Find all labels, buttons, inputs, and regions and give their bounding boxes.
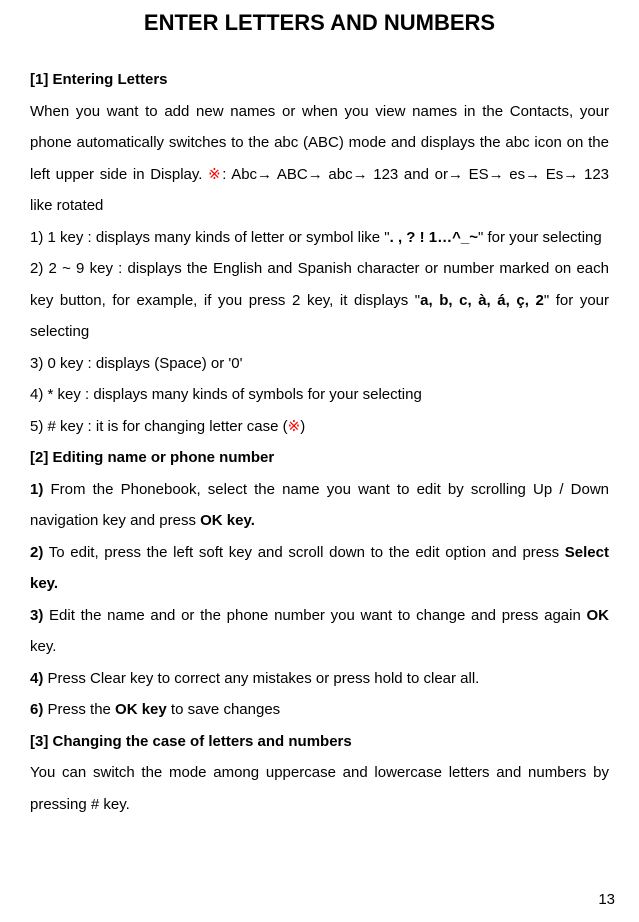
section-1-item-2: 2) 2 ~ 9 key : displays the English and … — [30, 253, 609, 348]
text: To edit, press the left soft key and scr… — [43, 544, 564, 561]
text-bold: 4) — [30, 670, 43, 687]
section-1-item-4: 4) * key : displays many kinds of symbol… — [30, 379, 609, 411]
page-number: 13 — [598, 891, 615, 908]
text: From the Phonebook, select the name you … — [30, 481, 609, 530]
text: Press the — [43, 701, 115, 718]
text-bold: 2) — [30, 544, 43, 561]
text: " for your selecting — [478, 229, 602, 246]
section-2-item-1: 1) From the Phonebook, select the name y… — [30, 474, 609, 537]
section-3-paragraph: You can switch the mode among uppercase … — [30, 757, 609, 820]
section-1-heading: [1] Entering Letters — [30, 64, 609, 96]
text: key. — [30, 638, 56, 655]
section-2-item-2: 2) To edit, press the left soft key and … — [30, 537, 609, 600]
text-bold: OK key. — [200, 512, 255, 529]
section-2-heading: [2] Editing name or phone number — [30, 442, 609, 474]
text: 1) 1 key : displays many kinds of letter… — [30, 229, 390, 246]
section-3-heading: [3] Changing the case of letters and num… — [30, 726, 609, 758]
text-bold: 6) — [30, 701, 43, 718]
reference-mark-icon: ※ — [288, 418, 301, 435]
text-bold: OK — [587, 607, 610, 624]
page-title: ENTER LETTERS AND NUMBERS — [30, 10, 609, 36]
section-1-item-1: 1) 1 key : displays many kinds of letter… — [30, 222, 609, 254]
section-1-item-3: 3) 0 key : displays (Space) or '0' — [30, 348, 609, 380]
text-bold: 3) — [30, 607, 43, 624]
text: Edit the name and or the phone number yo… — [43, 607, 586, 624]
section-1-item-5: 5) # key : it is for changing letter cas… — [30, 411, 609, 443]
text: 5) # key : it is for changing letter cas… — [30, 418, 288, 435]
text-bold: a, b, c, à, á, ç, 2 — [420, 292, 544, 309]
text: Press Clear key to correct any mistakes … — [43, 670, 479, 687]
section-2-item-4: 4) Press Clear key to correct any mistak… — [30, 663, 609, 695]
text: ) — [300, 418, 305, 435]
text-bold: OK key — [115, 701, 167, 718]
reference-mark-icon: ※ — [208, 166, 222, 183]
section-1-intro: When you want to add new names or when y… — [30, 96, 609, 222]
text-bold: . , ? ! 1…^_~ — [390, 229, 478, 246]
text: to save changes — [167, 701, 280, 718]
section-2-item-3: 3) Edit the name and or the phone number… — [30, 600, 609, 663]
section-2-item-6: 6) Press the OK key to save changes — [30, 694, 609, 726]
text-bold: 1) — [30, 481, 43, 498]
